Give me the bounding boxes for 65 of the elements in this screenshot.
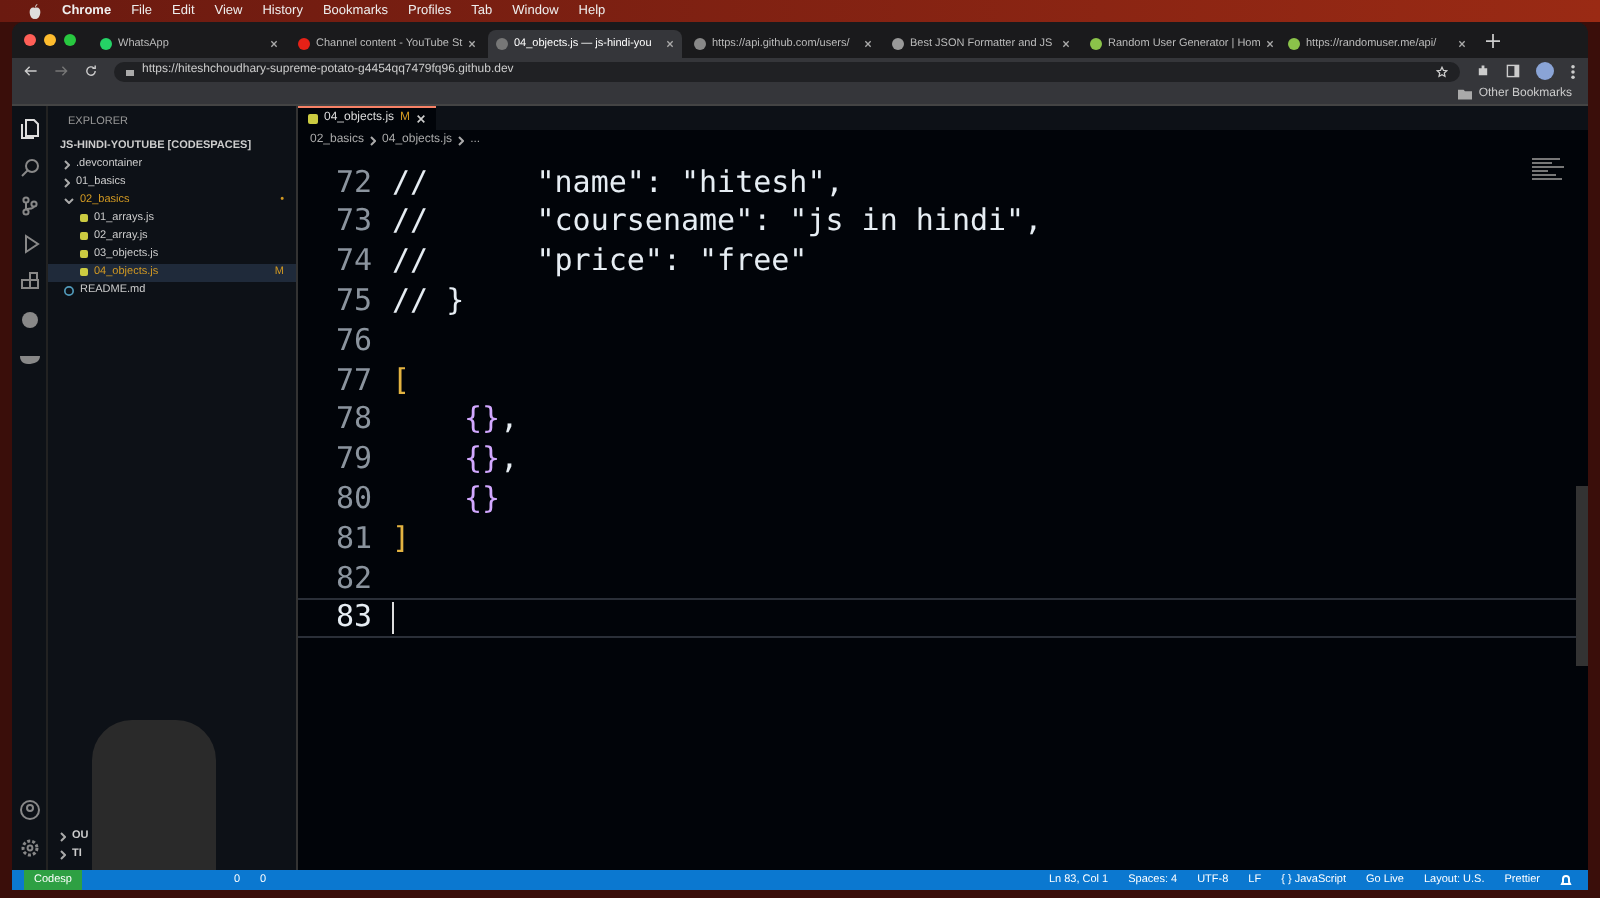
chevron-down-icon [64,197,74,203]
line-number: 80 [333,478,374,521]
close-icon[interactable] [1062,40,1070,48]
line-number: 77 [333,359,374,402]
code-line: {}, [464,438,519,481]
favicon-icon [892,38,904,50]
chevron-right-icon [458,136,465,146]
text-cursor [392,601,394,634]
line-number: 79 [333,438,374,481]
code-line: // } [392,280,465,323]
avatar[interactable] [1536,62,1554,80]
chevron-right-icon [370,136,377,146]
apple-icon[interactable] [28,3,42,19]
line-number: 83 [333,596,374,639]
extensions-icon[interactable] [19,272,39,292]
line-number: 78 [333,398,374,441]
code-line: // "price": "free" [392,240,808,283]
close-icon[interactable] [666,40,674,48]
files-icon[interactable] [19,118,39,140]
favicon-icon [298,38,310,50]
favicon-icon [100,38,112,50]
close-icon[interactable] [864,40,872,48]
code-line: {}, [464,398,519,441]
code-line: ] [392,517,411,560]
line-number: 82 [333,557,374,600]
bell-icon[interactable] [1560,874,1572,886]
favicon-icon [1090,38,1102,50]
account-icon[interactable] [19,800,39,820]
js-file-icon [308,114,318,124]
favicon-icon [1288,38,1300,50]
close-icon[interactable] [468,40,477,48]
forward-arrow-icon[interactable] [54,64,68,78]
js-file-icon [80,268,88,276]
minimap [1532,158,1564,180]
code-line: {} [464,478,501,521]
new-tab-icon[interactable] [1486,33,1500,47]
line-number: 75 [333,280,374,323]
js-file-icon [80,232,88,240]
info-icon [64,285,74,295]
star-icon[interactable] [1436,65,1448,77]
line-number: 73 [333,200,374,243]
js-file-icon [80,250,88,258]
close-icon[interactable] [1458,40,1466,48]
reload-icon[interactable] [84,64,98,78]
close-icon[interactable] [1266,40,1275,48]
line-number: 76 [333,319,374,362]
more-icon[interactable] [1570,63,1576,79]
favicon-icon [694,38,706,50]
favicon-icon [496,38,508,50]
close-icon[interactable] [270,40,278,48]
back-arrow-icon[interactable] [24,64,38,78]
folder-icon [1458,88,1473,100]
code-line: // "name": "hitesh", [392,161,844,204]
run-debug-icon[interactable] [19,234,39,254]
close-icon[interactable] [416,114,427,124]
source-control-icon[interactable] [19,196,39,216]
line-number: 74 [333,240,374,283]
search-icon[interactable] [19,158,39,178]
code-line: // "coursename": "js in hindi", [392,200,1043,243]
line-number: 72 [333,161,374,204]
code-line: [ [392,359,411,402]
js-file-icon [80,214,88,222]
settings-icon[interactable] [19,838,39,858]
line-number: 81 [333,517,374,560]
sidebar-icon[interactable] [1506,64,1520,78]
